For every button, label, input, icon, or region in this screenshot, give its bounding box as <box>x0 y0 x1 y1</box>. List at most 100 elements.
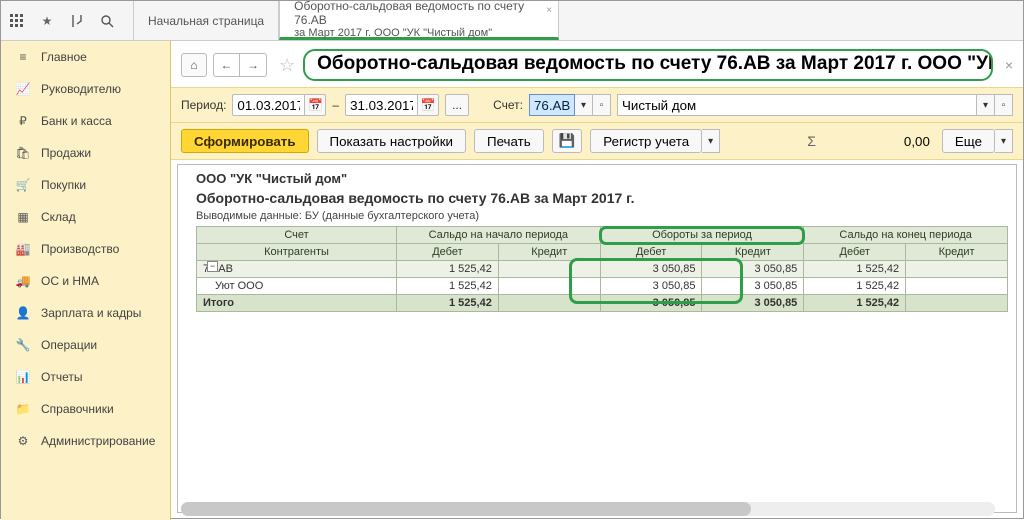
person-icon: 👤 <box>15 305 31 321</box>
show-settings-button[interactable]: Показать настройки <box>317 129 466 153</box>
hdr-debit: Дебет <box>804 244 906 261</box>
report-icon: 📊 <box>15 369 31 385</box>
date-to-input[interactable] <box>345 94 417 116</box>
org-input[interactable] <box>617 94 977 116</box>
sidebar-item-label: Зарплата и кадры <box>41 306 141 320</box>
sidebar-item-3[interactable]: 🛍 Продажи <box>1 137 170 169</box>
calendar-icon[interactable]: 📅 <box>417 94 439 116</box>
sidebar-item-label: Банк и касса <box>41 114 112 128</box>
sidebar-item-label: Операции <box>41 338 97 352</box>
tab-label: Начальная страница <box>148 14 264 28</box>
report-title: Оборотно-сальдовая ведомость по счету 76… <box>196 188 1008 210</box>
close-icon[interactable]: × <box>546 5 552 16</box>
chart-icon: 📈 <box>15 81 31 97</box>
forward-button[interactable]: → <box>240 54 266 76</box>
cart-icon: 🛒 <box>15 177 31 193</box>
ops-icon: 🔧 <box>15 337 31 353</box>
org-dropdown-icon[interactable]: ▾ <box>977 94 995 116</box>
bag-icon: 🛍 <box>15 145 31 161</box>
sidebar-item-0[interactable]: ≡ Главное <box>1 41 170 73</box>
factory-icon: 🏭 <box>15 241 31 257</box>
sidebar-item-label: Покупки <box>41 178 86 192</box>
history-icon[interactable] <box>69 13 85 29</box>
period-label: Период: <box>181 98 226 112</box>
page-title: Оборотно-сальдовая ведомость по счету 76… <box>303 49 993 81</box>
tab-report[interactable]: Оборотно-сальдовая ведомость по счету 76… <box>279 1 559 40</box>
sidebar-item-label: Отчеты <box>41 370 82 384</box>
sidebar-item-1[interactable]: 📈 Руководителю <box>1 73 170 105</box>
date-from-input[interactable] <box>232 94 304 116</box>
hdr-account: Счет <box>197 227 397 244</box>
account-open-icon[interactable]: ▫ <box>593 94 611 116</box>
more-dropdown-icon[interactable]: ▾ <box>995 129 1013 153</box>
hdr-credit: Кредит <box>702 244 804 261</box>
hdr-close: Сальдо на конец периода <box>804 227 1008 244</box>
report-subtitle: Выводимые данные: БУ (данные бухгалтерск… <box>196 210 1008 226</box>
dash: – <box>332 98 339 112</box>
registry-dropdown-icon[interactable]: ▾ <box>702 129 720 153</box>
hdr-turnover: Обороты за период <box>600 227 804 244</box>
sidebar-item-label: Склад <box>41 210 76 224</box>
org-open-icon[interactable]: ▫ <box>995 94 1013 116</box>
report-company: ООО "УК "Чистый дом" <box>196 169 1008 188</box>
form-button[interactable]: Сформировать <box>181 129 309 153</box>
back-button[interactable]: ← <box>214 54 240 76</box>
menu-icon: ≡ <box>15 49 31 65</box>
sidebar-item-label: ОС и НМА <box>41 274 99 288</box>
favorite-icon[interactable]: ☆ <box>279 55 295 76</box>
horizontal-scrollbar[interactable] <box>181 502 995 516</box>
search-icon[interactable] <box>99 13 115 29</box>
tab-label-line2: за Март 2017 г. ООО "УК "Чистый дом" <box>294 27 544 39</box>
nav-back-forward: ← → <box>213 53 267 77</box>
hdr-debit: Дебет <box>397 244 499 261</box>
tab-label-line1: Оборотно-сальдовая ведомость по счету 76… <box>294 0 544 27</box>
expand-icon[interactable]: − <box>207 261 218 272</box>
account-dropdown-icon[interactable]: ▾ <box>575 94 593 116</box>
sidebar-item-label: Продажи <box>41 146 91 160</box>
star-icon[interactable]: ★ <box>39 13 55 29</box>
home-button[interactable]: ⌂ <box>181 53 207 77</box>
sidebar-item-2[interactable]: ₽ Банк и касса <box>1 105 170 137</box>
folder-icon: 📁 <box>15 401 31 417</box>
sidebar-item-5[interactable]: ▦ Склад <box>1 201 170 233</box>
sum-symbol: Σ <box>807 133 816 149</box>
close-page-icon[interactable]: × <box>1005 57 1013 73</box>
sidebar-item-6[interactable]: 🏭 Производство <box>1 233 170 265</box>
account-input[interactable] <box>529 94 575 116</box>
apps-icon[interactable] <box>9 13 25 29</box>
sidebar-item-label: Справочники <box>41 402 114 416</box>
sidebar-item-label: Главное <box>41 50 87 64</box>
sidebar-item-10[interactable]: 📊 Отчеты <box>1 361 170 393</box>
account-label: Счет: <box>493 98 523 112</box>
sidebar-item-8[interactable]: 👤 Зарплата и кадры <box>1 297 170 329</box>
tab-home[interactable]: Начальная страница <box>133 1 279 40</box>
sidebar-item-12[interactable]: ⚙ Администрирование <box>1 425 170 457</box>
sidebar-item-7[interactable]: 🚚 ОС и НМА <box>1 265 170 297</box>
hdr-credit: Кредит <box>906 244 1008 261</box>
period-picker-button[interactable]: ... <box>445 94 469 116</box>
sidebar-item-9[interactable]: 🔧 Операции <box>1 329 170 361</box>
sidebar-item-4[interactable]: 🛒 Покупки <box>1 169 170 201</box>
ruble-icon: ₽ <box>15 113 31 129</box>
registry-button[interactable]: Регистр учета <box>590 129 702 153</box>
sum-value <box>824 132 934 151</box>
hdr-credit: Кредит <box>498 244 600 261</box>
hdr-debit: Дебет <box>600 244 702 261</box>
more-button[interactable]: Еще <box>942 129 995 153</box>
hdr-counterparty: Контрагенты <box>197 244 397 261</box>
boxes-icon: ▦ <box>15 209 31 225</box>
table-row[interactable]: Итого1 525,423 050,853 050,851 525,42 <box>197 295 1008 312</box>
calendar-icon[interactable]: 📅 <box>304 94 326 116</box>
gear-icon: ⚙ <box>15 433 31 449</box>
save-button[interactable]: 💾 <box>552 129 583 153</box>
sidebar-item-label: Администрирование <box>41 434 155 448</box>
hdr-open: Сальдо на начало периода <box>397 227 601 244</box>
report-table: Счет Сальдо на начало периода Обороты за… <box>196 226 1008 312</box>
print-button[interactable]: Печать <box>474 129 544 153</box>
table-row[interactable]: Уют ООО1 525,423 050,853 050,851 525,42 <box>197 278 1008 295</box>
table-row[interactable]: 76.АВ1 525,423 050,853 050,851 525,42 <box>197 261 1008 278</box>
truck-icon: 🚚 <box>15 273 31 289</box>
sidebar-item-label: Руководителю <box>41 82 121 96</box>
sidebar-item-label: Производство <box>41 242 119 256</box>
sidebar-item-11[interactable]: 📁 Справочники <box>1 393 170 425</box>
